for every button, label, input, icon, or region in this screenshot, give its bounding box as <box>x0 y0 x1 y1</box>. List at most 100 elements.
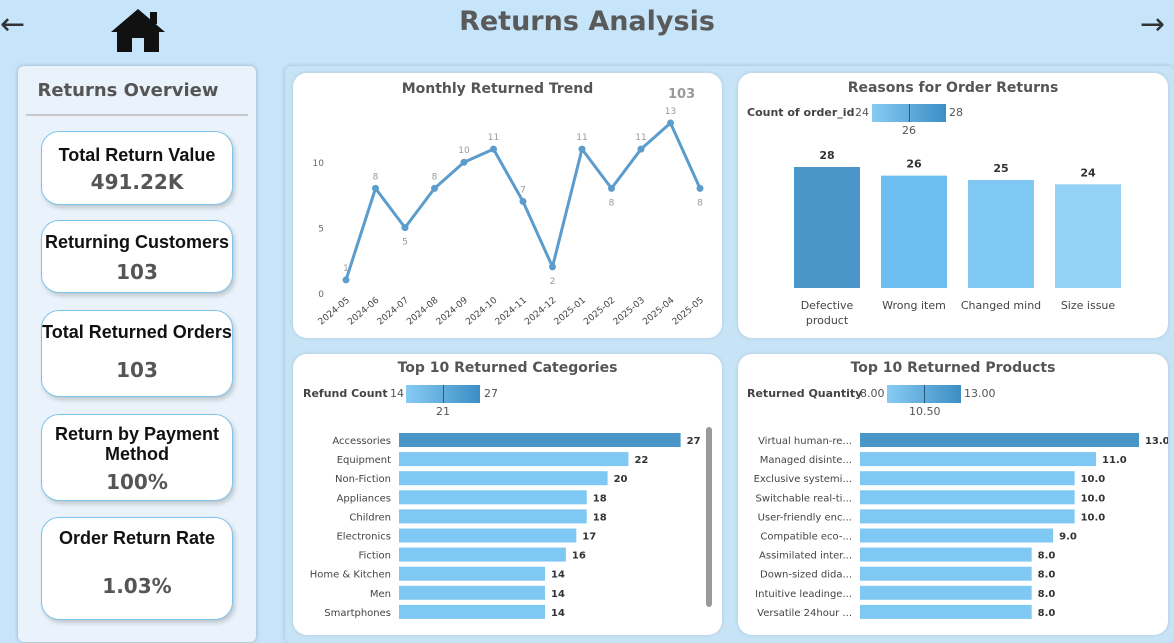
bar-value-label: 24 <box>1080 166 1096 179</box>
bar-value-label: 10.0 <box>1081 512 1106 523</box>
data-point <box>431 184 438 192</box>
category-label: Electronics <box>336 532 391 543</box>
data-point <box>608 184 615 192</box>
bar <box>399 452 629 467</box>
data-point <box>578 145 586 153</box>
y-tick-label: 0 <box>318 290 324 300</box>
line-chart: 0 5 10 1 2024-05 8 2024-06 5 2024-07 8 2024-08 10 20… <box>313 107 706 328</box>
category-label: Versatile 24hour ... <box>757 608 852 619</box>
bar-value-label: 28 <box>819 149 834 162</box>
bar <box>881 175 947 288</box>
category-label: Wrong item <box>882 299 946 312</box>
bar-value-label: 9.0 <box>1059 532 1077 543</box>
kpi-value: 100% <box>106 470 168 494</box>
bar-value-label: 8.0 <box>1038 589 1056 600</box>
scrollbar-thumb[interactable] <box>706 427 712 607</box>
kpi-label: Total Returned Orders <box>42 322 232 342</box>
x-tick-label: 2024-09 <box>435 295 470 327</box>
data-label: 11 <box>488 133 499 143</box>
kpi-label: Order Return Rate <box>58 528 216 548</box>
data-label: 2 <box>550 277 556 287</box>
category-label: Men <box>370 589 391 600</box>
kpi-value: 1.03% <box>102 574 172 598</box>
bar-value-label: 27 <box>687 436 701 447</box>
bar <box>399 471 608 486</box>
category-label: Accessories <box>332 436 391 447</box>
bar <box>860 452 1097 467</box>
bar-value-label: 14 <box>551 570 565 581</box>
data-point <box>696 184 704 192</box>
kpi-value: 103 <box>116 260 158 284</box>
data-label: 5 <box>402 238 408 248</box>
forward-arrow-icon[interactable]: → <box>1140 10 1165 40</box>
category-label: Exclusive systemi... <box>754 474 852 485</box>
bar-value-label: 14 <box>551 608 565 619</box>
bar-value-label: 18 <box>593 512 607 523</box>
bar-value-label: 13.0 <box>1145 436 1168 447</box>
bar <box>399 433 681 447</box>
y-tick-label: 5 <box>318 225 324 235</box>
reasons-card: Reasons for Order Returns Count of order… <box>738 73 1168 338</box>
category-label: product <box>806 314 849 327</box>
bar <box>860 528 1054 543</box>
bar <box>399 585 546 600</box>
kpi-label: Returning Customers <box>44 232 230 252</box>
data-label: 11 <box>576 133 587 143</box>
page-title: Returns Analysis <box>459 6 715 37</box>
category-label: Children <box>349 512 391 523</box>
bar <box>1055 184 1121 288</box>
x-tick-label: 2024-10 <box>464 295 499 327</box>
bar-value-label: 17 <box>582 532 596 543</box>
category-label: Fiction <box>359 551 391 562</box>
category-label: Equipment <box>337 455 391 466</box>
bar <box>399 509 587 524</box>
sidebar-divider <box>26 114 248 116</box>
x-tick-label: 2024-12 <box>523 296 558 328</box>
bar <box>399 566 546 581</box>
bar <box>399 490 587 505</box>
bar <box>399 604 546 619</box>
bar-value-label: 10.0 <box>1081 474 1106 485</box>
bar-value-label: 11.0 <box>1102 455 1127 466</box>
kpi-label: Total Return Value <box>58 145 216 165</box>
data-point <box>460 158 468 166</box>
data-label: 8 <box>373 172 379 182</box>
bar <box>860 604 1032 619</box>
data-label: 8 <box>609 198 615 208</box>
category-label: Down-sized dida... <box>760 570 852 581</box>
bar-value-label: 22 <box>634 455 648 466</box>
kpi-card-returning-customers: Returning Customers 103 <box>41 220 233 293</box>
bar-value-label: 20 <box>614 474 628 485</box>
category-label: Defective <box>801 299 854 312</box>
returns-overview-panel: Returns Overview Total Return Value 491.… <box>18 66 256 642</box>
data-point <box>490 145 497 153</box>
bar <box>860 547 1032 562</box>
y-tick-label: 10 <box>313 159 325 169</box>
category-label: Intuitive leadinge... <box>755 589 852 600</box>
category-label: Size issue <box>1061 299 1116 312</box>
x-tick-label: 2025-05 <box>671 296 706 328</box>
bar-value-label: 18 <box>593 493 607 504</box>
category-label: Home & Kitchen <box>310 570 391 581</box>
category-label: Changed mind <box>961 299 1041 312</box>
data-point <box>637 145 645 153</box>
products-card: Top 10 Returned Products Returned Quanti… <box>738 354 1168 635</box>
bar-value-label: 8.0 <box>1038 570 1056 581</box>
category-label: Switchable real-ti... <box>756 493 852 504</box>
x-tick-label: 2024-06 <box>346 295 381 327</box>
bar <box>860 566 1032 581</box>
category-label: Compatible eco-... <box>760 532 852 543</box>
x-tick-label: 2024-07 <box>376 296 411 328</box>
kpi-card-total-returned-orders: Total Returned Orders 103 <box>41 310 233 397</box>
kpi-value: 491.22K <box>90 170 184 194</box>
categories-bar-chart: Accessories 27 Equipment 22 Non-Fiction 20 App… <box>310 433 701 619</box>
bar <box>860 509 1075 524</box>
bar <box>399 547 566 562</box>
bar-value-label: 8.0 <box>1038 608 1056 619</box>
data-label: 13 <box>665 107 676 117</box>
kpi-card-return-by-payment-method: Return by Payment Method 100% <box>41 414 233 501</box>
bar-value-label: 14 <box>551 589 565 600</box>
kpi-card-total-return-value: Total Return Value 491.22K <box>41 131 233 205</box>
bar-value-label: 16 <box>572 551 586 562</box>
bar <box>399 528 577 543</box>
